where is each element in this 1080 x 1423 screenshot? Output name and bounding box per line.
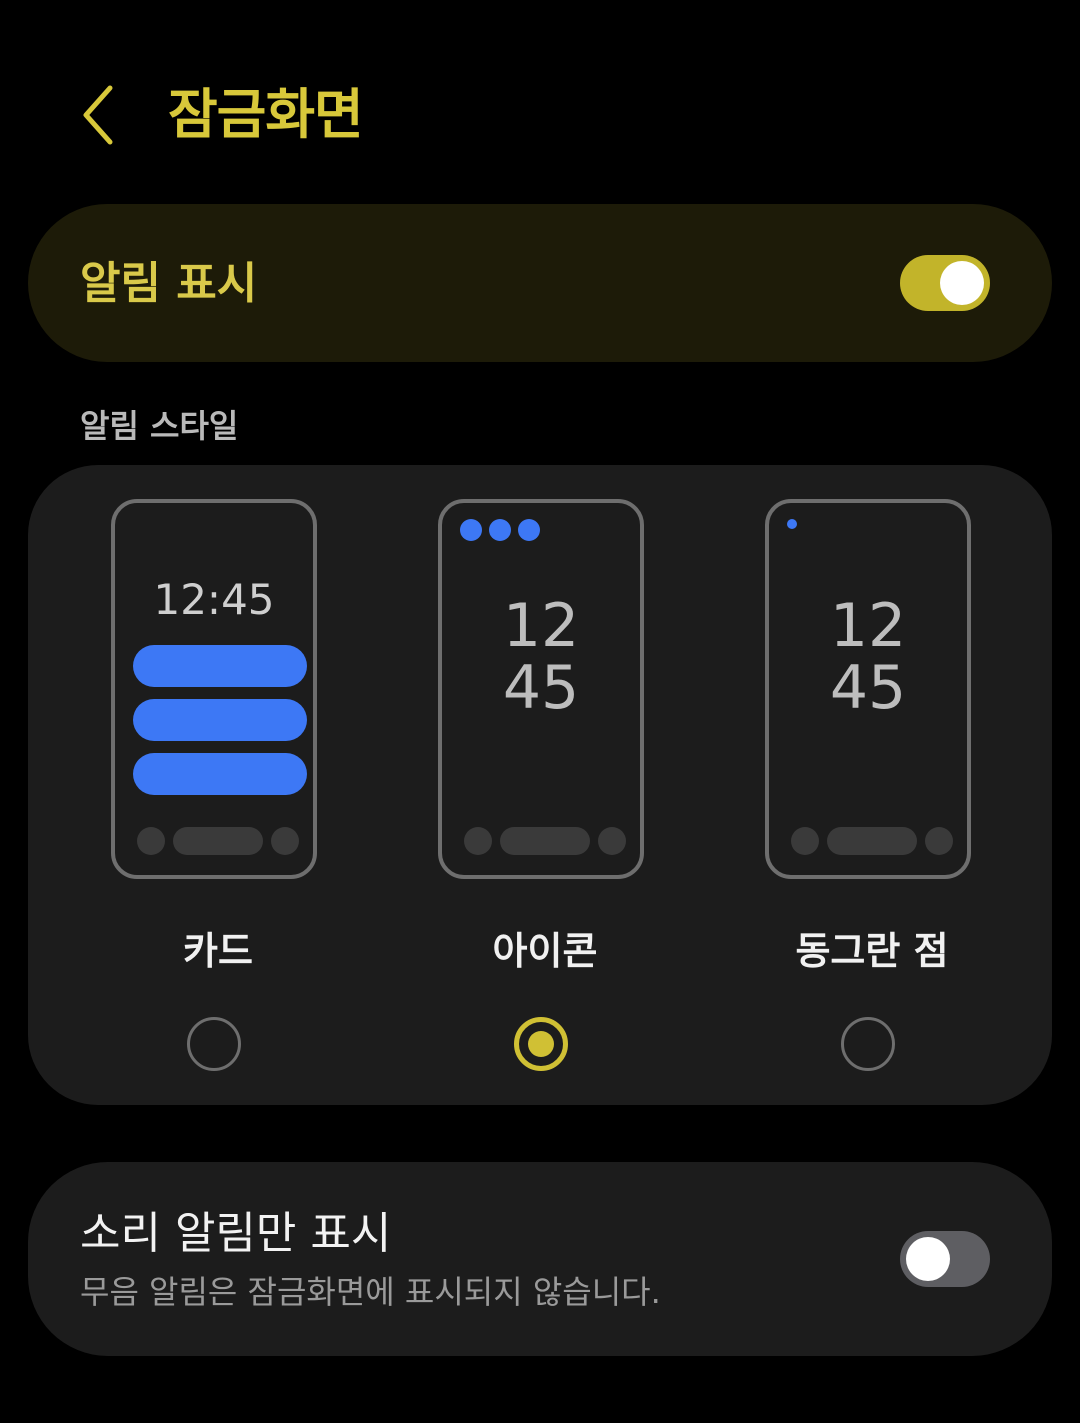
style-radio-dot[interactable]	[841, 1017, 895, 1071]
notification-style-card: 12:45 카드 12 45 아이콘 12 45 동그란 점	[28, 465, 1052, 1105]
preview-shortcut-dot	[271, 827, 299, 855]
preview-notification-icon	[518, 519, 540, 541]
radio-selected-dot	[528, 1031, 554, 1057]
style-option-label: 카드	[183, 929, 253, 973]
toggle-knob	[906, 1237, 950, 1281]
lock-screen-notifications-page: 잠금화면 알림 표시 알림 스타일 12:45 카드 12 45 아이콘 12 …	[0, 0, 1080, 1423]
preview-clock: 12 45	[442, 595, 640, 719]
sound-only-title: 소리 알림만 표시	[80, 1208, 392, 1259]
style-option-icon[interactable]: 12 45 아이콘	[430, 497, 660, 1077]
show-notifications-row[interactable]: 알림 표시	[28, 204, 1052, 362]
preview-notification-icon	[489, 519, 511, 541]
style-option-dot[interactable]: 12 45 동그란 점	[757, 497, 987, 1077]
preview-notification-icon	[460, 519, 482, 541]
preview-handle-pill	[173, 827, 263, 855]
preview-handle-pill	[827, 827, 917, 855]
preview-bottom-bar	[442, 827, 640, 857]
preview-bottom-bar	[769, 827, 967, 857]
preview-notification-dot	[787, 519, 797, 529]
style-radio-card[interactable]	[187, 1017, 241, 1071]
sound-only-subtitle: 무음 알림은 잠금화면에 표시되지 않습니다.	[80, 1273, 661, 1311]
style-option-card[interactable]: 12:45 카드	[103, 497, 333, 1077]
preview-clock-minute: 45	[829, 653, 907, 723]
preview-clock-hour: 12	[829, 591, 907, 661]
sound-only-toggle[interactable]	[900, 1231, 990, 1287]
preview-notification-card	[133, 645, 307, 687]
back-button[interactable]	[70, 80, 130, 150]
preview-handle-pill	[500, 827, 590, 855]
preview-shortcut-dot	[925, 827, 953, 855]
preview-clock: 12 45	[769, 595, 967, 719]
show-notifications-toggle[interactable]	[900, 255, 990, 311]
preview-notification-card	[133, 753, 307, 795]
preview-bottom-bar	[115, 827, 313, 857]
page-title: 잠금화면	[168, 83, 364, 146]
phone-preview-icon: 12 45	[438, 499, 644, 879]
preview-clock-hour: 12	[502, 591, 580, 661]
chevron-left-icon	[83, 85, 113, 145]
preview-clock: 12:45	[153, 575, 275, 624]
preview-shortcut-dot	[791, 827, 819, 855]
style-radio-icon[interactable]	[514, 1017, 568, 1071]
style-option-label: 아이콘	[492, 929, 598, 973]
phone-preview-card: 12:45	[111, 499, 317, 879]
sound-notifications-only-row[interactable]: 소리 알림만 표시 무음 알림은 잠금화면에 표시되지 않습니다.	[28, 1162, 1052, 1356]
header: 잠금화면	[0, 60, 1080, 170]
phone-preview-dot: 12 45	[765, 499, 971, 879]
preview-clock-minute: 45	[502, 653, 580, 723]
preview-notification-card	[133, 699, 307, 741]
preview-shortcut-dot	[137, 827, 165, 855]
preview-shortcut-dot	[598, 827, 626, 855]
notification-style-section-label: 알림 스타일	[80, 407, 239, 445]
preview-shortcut-dot	[464, 827, 492, 855]
toggle-knob	[940, 261, 984, 305]
style-option-label: 동그란 점	[795, 929, 949, 973]
show-notifications-label: 알림 표시	[80, 258, 258, 309]
